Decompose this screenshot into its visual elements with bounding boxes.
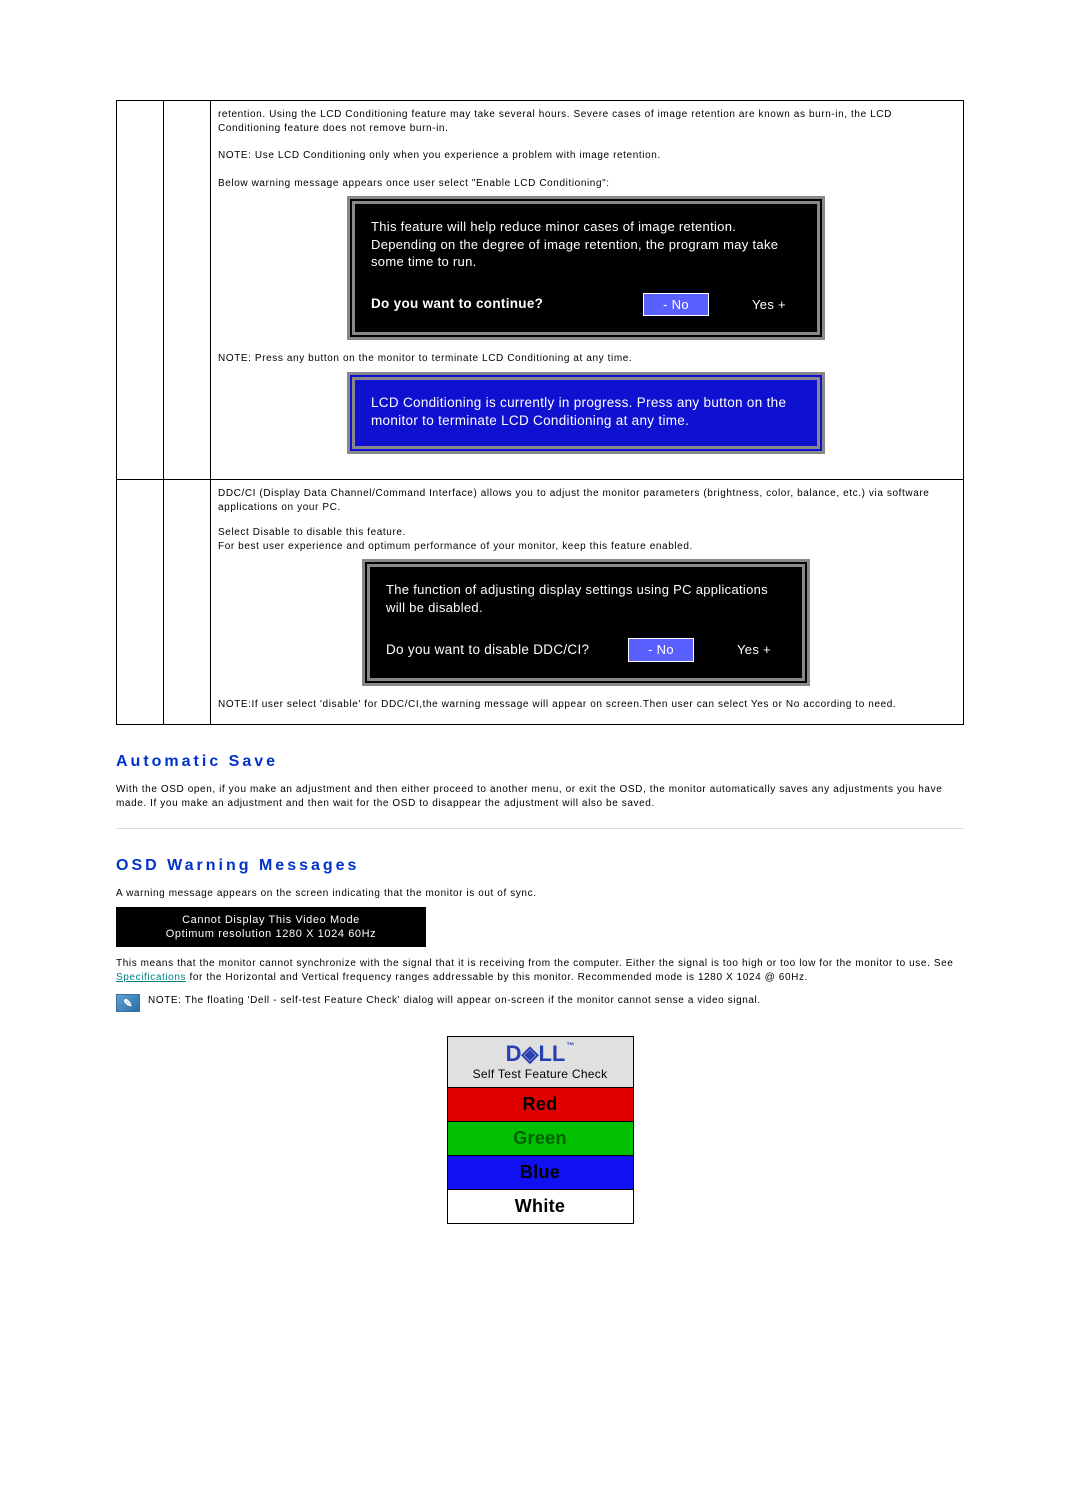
ddcci-dialog-yes-button[interactable]: Yes + (722, 639, 786, 661)
selftest-subtitle: Self Test Feature Check (473, 1067, 608, 1081)
ddcci-disable-dialog: The function of adjusting display settin… (362, 559, 810, 686)
lcd-conditioning-progress-dialog: LCD Conditioning is currently in progres… (347, 372, 825, 454)
ddcci-best-text: For best user experience and optimum per… (218, 540, 954, 554)
lcd-press-any-button-note: NOTE: Press any button on the monitor to… (218, 352, 954, 366)
ddcci-intro-text: DDC/CI (Display Data Channel/Command Int… (218, 487, 954, 514)
table-spacer-col-2b (164, 480, 211, 725)
ddcci-dialog-question: Do you want to disable DDC/CI? (386, 641, 589, 659)
lcd-conditioning-confirm-dialog: This feature will help reduce minor case… (347, 196, 825, 340)
lcd-dialog-no-button[interactable]: - No (643, 293, 709, 317)
osd-warning-intro: A warning message appears on the screen … (116, 887, 964, 901)
lcd-retention-text: retention. Using the LCD Conditioning fe… (218, 108, 954, 135)
video-mode-line2: Optimum resolution 1280 X 1024 60Hz (126, 927, 416, 941)
selftest-band-green: Green (448, 1121, 633, 1155)
note-body: The floating 'Dell - self-test Feature C… (185, 995, 761, 1006)
selftest-dialog: D◈LL™ Self Test Feature Check Red Green … (447, 1036, 634, 1224)
osd-warning-heading: OSD Warning Messages (116, 857, 964, 875)
specifications-link[interactable]: Specifications (116, 972, 186, 983)
dell-tm: ™ (566, 1041, 574, 1050)
dell-logo: D◈LL™ (506, 1041, 575, 1066)
video-mode-line1: Cannot Display This Video Mode (126, 913, 416, 927)
ddcci-dialog-body: The function of adjusting display settin… (386, 581, 786, 616)
table-spacer-col-1 (117, 101, 164, 480)
ddcci-note-text: NOTE:If user select 'disable' for DDC/CI… (218, 698, 954, 712)
lcd-only-when-note: NOTE: Use LCD Conditioning only when you… (218, 149, 954, 163)
note-label: NOTE: (148, 995, 182, 1006)
automatic-save-heading: Automatic Save (116, 753, 964, 771)
divider-1 (116, 828, 964, 829)
lcd-dialog-question: Do you want to continue? (371, 295, 543, 313)
means-pre: This means that the monitor cannot synch… (116, 958, 953, 969)
settings-table: retention. Using the LCD Conditioning fe… (116, 100, 964, 725)
table-spacer-col-1b (117, 480, 164, 725)
means-post: for the Horizontal and Vertical frequenc… (190, 972, 808, 983)
osd-warning-means: This means that the monitor cannot synch… (116, 957, 964, 984)
selftest-band-white: White (448, 1189, 633, 1223)
note-icon: ✎ (116, 994, 140, 1012)
lcd-dialog-body: This feature will help reduce minor case… (371, 218, 801, 271)
lcd-conditioning-cell: retention. Using the LCD Conditioning fe… (211, 101, 964, 480)
ddcci-cell: DDC/CI (Display Data Channel/Command Int… (211, 480, 964, 725)
lcd-below-text: Below warning message appears once user … (218, 177, 954, 191)
selftest-band-red: Red (448, 1087, 633, 1121)
lcd-progress-body: LCD Conditioning is currently in progres… (371, 394, 801, 430)
table-spacer-col-2 (164, 101, 211, 480)
selftest-note: NOTE: The floating 'Dell - self-test Fea… (148, 995, 761, 1006)
ddcci-dialog-no-button[interactable]: - No (628, 638, 694, 662)
video-mode-warning-box: Cannot Display This Video Mode Optimum r… (116, 907, 426, 948)
selftest-band-blue: Blue (448, 1155, 633, 1189)
automatic-save-body: With the OSD open, if you make an adjust… (116, 783, 964, 810)
dell-logo-text: D◈LL (506, 1041, 566, 1066)
ddcci-disable-text: Select Disable to disable this feature. (218, 526, 954, 540)
selftest-header: D◈LL™ Self Test Feature Check (448, 1037, 633, 1087)
lcd-dialog-yes-button[interactable]: Yes + (737, 294, 801, 316)
